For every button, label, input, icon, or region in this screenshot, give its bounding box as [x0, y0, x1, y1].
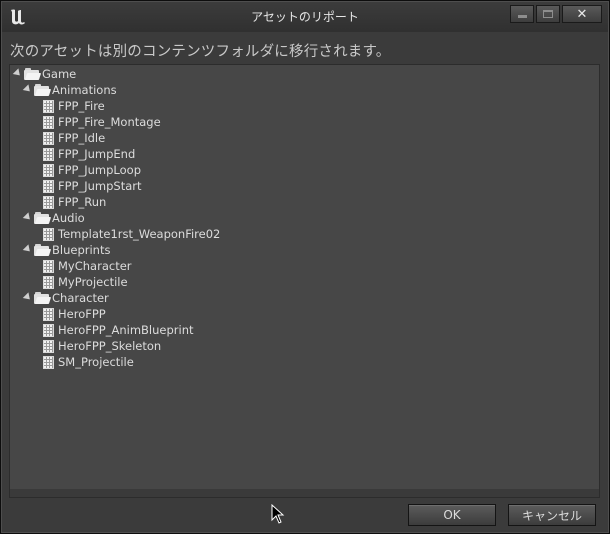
tree-item-label: HeroFPP — [58, 307, 106, 321]
expander-arrow-icon[interactable] — [22, 292, 33, 303]
tree-item-label: MyCharacter — [58, 259, 132, 273]
tree-asset-item[interactable]: FPP_JumpStart — [43, 178, 142, 194]
tree-asset-item[interactable]: FPP_Idle — [43, 130, 105, 146]
tree-asset-item[interactable]: HeroFPP_Skeleton — [43, 338, 161, 354]
tree-asset-item[interactable]: SM_Projectile — [43, 354, 134, 370]
tree-item-label: FPP_JumpLoop — [58, 163, 141, 177]
tree-asset-item[interactable]: HeroFPP — [43, 306, 106, 322]
asset-file-icon — [43, 163, 54, 177]
tree-item-label: FPP_JumpEnd — [58, 147, 136, 161]
tree-footer — [10, 489, 599, 497]
tree-asset-item[interactable]: FPP_Fire — [43, 98, 105, 114]
asset-report-dialog: アセットのリポート ✕ 次のアセットは別のコンテンツフォルダに移行されます。 G… — [0, 0, 610, 534]
close-button[interactable]: ✕ — [562, 5, 602, 23]
tree-item-label: Audio — [52, 211, 85, 225]
asset-file-icon — [43, 259, 54, 273]
maximize-button[interactable] — [536, 5, 560, 23]
expander-arrow-icon[interactable] — [22, 244, 33, 255]
tree-item-label: Game — [42, 67, 77, 81]
tree-item-label: SM_Projectile — [58, 355, 134, 369]
tree-item-label: Blueprints — [52, 243, 111, 257]
tree-item-label: FPP_Fire_Montage — [58, 115, 161, 129]
asset-file-icon — [43, 275, 54, 289]
tree-folder-blueprints[interactable]: Blueprints — [22, 242, 111, 258]
tree-item-label: Animations — [52, 83, 117, 97]
tree-item-label: HeroFPP_AnimBlueprint — [58, 323, 194, 337]
tree-asset-item[interactable]: FPP_JumpLoop — [43, 162, 141, 178]
expander-arrow-icon[interactable] — [12, 68, 23, 79]
maximize-icon — [543, 10, 553, 18]
minimize-button[interactable] — [510, 5, 534, 23]
expander-arrow-icon[interactable] — [22, 84, 33, 95]
tree-item-label: Character — [52, 291, 109, 305]
folder-open-icon — [34, 212, 52, 224]
asset-file-icon — [43, 115, 54, 129]
asset-file-icon — [43, 179, 54, 193]
folder-open-icon — [34, 84, 52, 96]
mouse-cursor-icon — [271, 504, 285, 524]
folder-open-icon — [34, 292, 52, 304]
tree-asset-item[interactable]: Template1rst_WeaponFire02 — [43, 226, 220, 242]
tree-asset-item[interactable]: HeroFPP_AnimBlueprint — [43, 322, 194, 338]
tree-item-label: FPP_Idle — [58, 131, 106, 145]
window-controls: ✕ — [510, 5, 602, 23]
minimize-icon — [517, 14, 527, 18]
asset-file-icon — [43, 99, 54, 113]
close-icon: ✕ — [576, 6, 588, 22]
tree-folder-animations[interactable]: Animations — [22, 82, 117, 98]
asset-file-icon — [43, 339, 54, 353]
asset-file-icon — [43, 131, 54, 145]
cancel-button[interactable]: キャンセル — [508, 504, 596, 526]
expander-arrow-icon[interactable] — [22, 212, 33, 223]
title-bar[interactable]: アセットのリポート ✕ — [2, 2, 608, 32]
tree-asset-item[interactable]: FPP_Fire_Montage — [43, 114, 161, 130]
tree-item-label: MyProjectile — [58, 275, 128, 289]
asset-file-icon — [43, 307, 54, 321]
tree-folder-character[interactable]: Character — [22, 290, 109, 306]
tree-folder-game[interactable]: Game — [12, 66, 77, 82]
asset-tree[interactable]: Game Animations FPP_Fire FPP_Fire_Montage FP… — [9, 64, 600, 498]
asset-file-icon — [43, 195, 54, 209]
folder-open-icon — [34, 244, 52, 256]
asset-file-icon — [43, 227, 54, 241]
tree-item-label: Template1rst_WeaponFire02 — [58, 227, 221, 241]
folder-open-icon — [24, 68, 42, 80]
tree-asset-item[interactable]: FPP_JumpEnd — [43, 146, 135, 162]
tree-item-label: HeroFPP_Skeleton — [58, 339, 162, 353]
tree-asset-item[interactable]: FPP_Run — [43, 194, 106, 210]
tree-asset-item[interactable]: MyCharacter — [43, 258, 132, 274]
ok-button[interactable]: OK — [408, 504, 496, 526]
asset-file-icon — [43, 355, 54, 369]
tree-item-label: FPP_Fire — [58, 99, 105, 113]
tree-folder-audio[interactable]: Audio — [22, 210, 85, 226]
tree-item-label: FPP_JumpStart — [58, 179, 142, 193]
tree-item-label: FPP_Run — [58, 195, 107, 209]
asset-file-icon — [43, 323, 54, 337]
asset-file-icon — [43, 147, 54, 161]
migration-message: 次のアセットは別のコンテンツフォルダに移行されます。 — [10, 44, 391, 60]
tree-asset-item[interactable]: MyProjectile — [43, 274, 128, 290]
